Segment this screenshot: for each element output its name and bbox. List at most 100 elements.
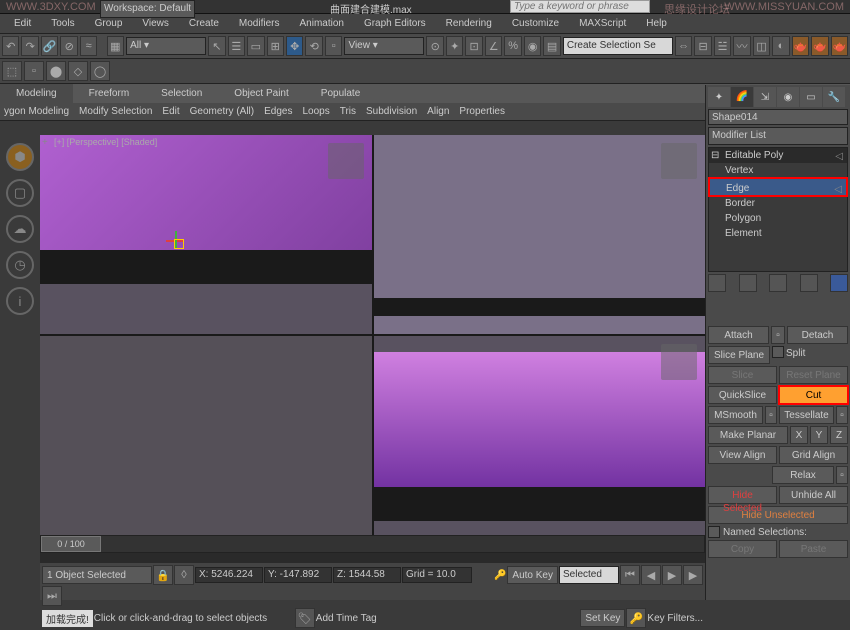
quickslice-button[interactable]: QuickSlice: [708, 386, 777, 404]
lock-icon[interactable]: 🔒: [153, 565, 173, 585]
menu-modifiers[interactable]: Modifiers: [229, 16, 290, 31]
slice-button[interactable]: Slice: [708, 366, 777, 384]
menu-animation[interactable]: Animation: [289, 16, 353, 31]
unique-icon[interactable]: [769, 274, 787, 292]
viewport-bl[interactable]: [40, 336, 372, 535]
planar-y-button[interactable]: Y: [810, 426, 828, 444]
side-cloud-icon[interactable]: ☁: [6, 215, 34, 243]
bind-icon[interactable]: ≈: [80, 36, 97, 56]
ribbon-tab-selection[interactable]: Selection: [145, 84, 218, 103]
object-name-input[interactable]: [708, 109, 848, 125]
play-prev-icon[interactable]: ◀: [641, 565, 661, 585]
relax-opt-button[interactable]: ▫: [836, 466, 848, 484]
planar-x-button[interactable]: X: [790, 426, 808, 444]
cp-create-icon[interactable]: ✦: [708, 87, 730, 107]
addtimetag-button[interactable]: Add Time Tag: [316, 613, 377, 624]
play-next-icon[interactable]: ▶: [683, 565, 703, 585]
menu-edit[interactable]: Edit: [4, 16, 41, 31]
cp-modify-icon[interactable]: 🌈: [731, 87, 753, 107]
unlink-icon[interactable]: ⊘: [60, 36, 77, 56]
rr-props[interactable]: Properties: [459, 106, 505, 117]
rr-modsel[interactable]: Modify Selection: [79, 106, 152, 117]
viewcube-icon[interactable]: [661, 344, 697, 380]
tessellate-opt-button[interactable]: ▫: [836, 406, 848, 424]
menu-views[interactable]: Views: [132, 16, 179, 31]
select-filter-dd[interactable]: All ▾: [126, 37, 206, 55]
attach-button[interactable]: Attach: [708, 326, 769, 344]
time-slider[interactable]: 0 / 100: [40, 535, 705, 553]
layers-icon[interactable]: ☱: [714, 36, 731, 56]
menu-tools[interactable]: Tools: [41, 16, 84, 31]
coord-z[interactable]: Z: 1544.58: [333, 567, 401, 583]
paste-button[interactable]: Paste: [779, 540, 848, 558]
cp-hierarchy-icon[interactable]: ⇲: [754, 87, 776, 107]
split-checkbox[interactable]: [772, 346, 784, 358]
modifier-list-dd[interactable]: Modifier List: [708, 127, 848, 145]
config-icon[interactable]: [830, 274, 848, 292]
keyfilter-icon[interactable]: 🔑: [626, 608, 646, 628]
isolate-icon[interactable]: ◊: [174, 565, 194, 585]
renderframe-icon[interactable]: 🫖: [811, 36, 828, 56]
renderlast-icon[interactable]: 🫖: [831, 36, 848, 56]
trackbar[interactable]: [40, 553, 705, 563]
undo-icon[interactable]: ↶: [2, 36, 19, 56]
spinsnap-icon[interactable]: ◉: [524, 36, 541, 56]
viewport-tr[interactable]: [374, 135, 706, 334]
stack-edge[interactable]: Edge◁: [709, 178, 847, 196]
sel-c-icon[interactable]: ⬤: [46, 61, 66, 81]
ribbon-tab-freeform[interactable]: Freeform: [73, 84, 146, 103]
viewalign-button[interactable]: View Align: [708, 446, 777, 464]
tessellate-button[interactable]: Tessellate: [779, 406, 834, 424]
sel-b-icon[interactable]: ▫: [24, 61, 44, 81]
align-icon[interactable]: ⊟: [694, 36, 711, 56]
side-box-icon[interactable]: ▢: [6, 179, 34, 207]
tag-icon[interactable]: 🏷: [295, 608, 315, 628]
copy-button[interactable]: Copy: [708, 540, 777, 558]
msmooth-opt-button[interactable]: ▫: [765, 406, 777, 424]
setkey-button[interactable]: Set Key: [580, 609, 625, 627]
nsel-icon[interactable]: ▤: [543, 36, 560, 56]
side-home-icon[interactable]: ⬢: [6, 143, 34, 171]
gridalign-button[interactable]: Grid Align: [779, 446, 848, 464]
window-crossing-icon[interactable]: ⊞: [267, 36, 284, 56]
detach-button[interactable]: Detach: [787, 326, 848, 344]
rr-polymodel[interactable]: ygon Modeling: [4, 106, 69, 117]
move-icon[interactable]: ✥: [286, 36, 303, 56]
stack-editable-poly[interactable]: ⊟Editable Poly◁: [709, 148, 847, 163]
search-input[interactable]: [510, 0, 650, 13]
cp-display-icon[interactable]: ▭: [800, 87, 822, 107]
vp-label[interactable]: [+] [Perspective] [Shaded]: [54, 137, 157, 147]
pin-icon[interactable]: [708, 274, 726, 292]
mat-icon[interactable]: ◐: [772, 36, 789, 56]
stack-polygon[interactable]: Polygon: [709, 211, 847, 226]
select-filter-icon[interactable]: ▦: [107, 36, 124, 56]
menu-group[interactable]: Group: [85, 16, 133, 31]
refcoord-dd[interactable]: View ▾: [344, 37, 424, 55]
create-selection-dd[interactable]: Create Selection Se: [563, 37, 673, 55]
menu-customize[interactable]: Customize: [502, 16, 569, 31]
remove-icon[interactable]: [800, 274, 818, 292]
sliceplane-button[interactable]: Slice Plane: [708, 346, 770, 364]
keymode-dd[interactable]: Selected: [559, 566, 619, 584]
snap-icon[interactable]: ⊡: [465, 36, 482, 56]
render-icon[interactable]: 🫖: [792, 36, 809, 56]
side-info-icon[interactable]: i: [6, 287, 34, 315]
menu-maxscript[interactable]: MAXScript: [569, 16, 636, 31]
msmooth-button[interactable]: MSmooth: [708, 406, 763, 424]
vp-menu-icon[interactable]: +: [42, 137, 52, 147]
time-slider-handle[interactable]: 0 / 100: [41, 536, 101, 552]
sel-a-icon[interactable]: ⬚: [2, 61, 22, 81]
unhideall-button[interactable]: Unhide All: [779, 486, 848, 504]
stack-vertex[interactable]: Vertex: [709, 163, 847, 178]
rr-tris[interactable]: Tris: [340, 106, 356, 117]
schematic-icon[interactable]: ◫: [753, 36, 770, 56]
stack-element[interactable]: Element: [709, 226, 847, 241]
viewport-br[interactable]: [374, 336, 706, 535]
rr-loops[interactable]: Loops: [302, 106, 329, 117]
coord-y[interactable]: Y: -147.892: [264, 567, 332, 583]
sel-d-icon[interactable]: ◇: [68, 61, 88, 81]
viewcube-icon[interactable]: [328, 143, 364, 179]
anglesnap-icon[interactable]: ∠: [485, 36, 502, 56]
side-clock-icon[interactable]: ◷: [6, 251, 34, 279]
rotate-icon[interactable]: ⟲: [305, 36, 322, 56]
